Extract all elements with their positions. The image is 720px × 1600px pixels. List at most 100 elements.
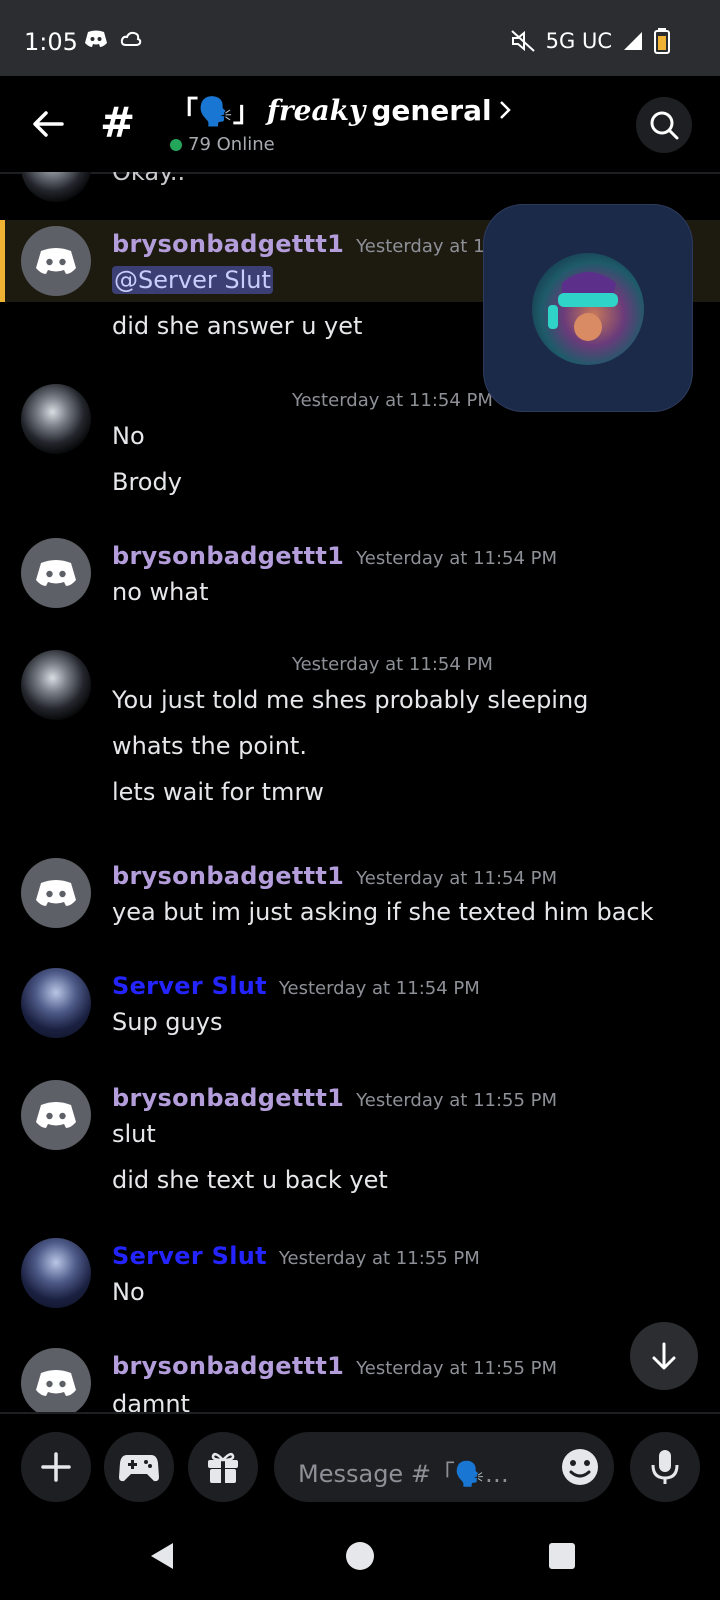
channel-fancy-text: freaky <box>266 93 366 127</box>
status-bar: 1:05 5G UC <box>0 0 720 76</box>
status-time: 1:05 <box>24 28 78 56</box>
mute-icon <box>510 29 536 53</box>
avatar-art-icon <box>548 272 618 341</box>
message-item: brysonbadgettt1 Yesterday at 11:54 PM no… <box>0 538 720 638</box>
message-header: Server Slut Yesterday at 11:55 PM <box>112 1242 480 1270</box>
message-item: brysonbadgettt1 Yesterday at 11:54 PM ye… <box>0 858 720 948</box>
avatar[interactable] <box>21 384 91 454</box>
channel-name: general <box>371 93 492 127</box>
emoji-icon[interactable] <box>558 1445 602 1489</box>
message-item: brysonbadgettt1 Yesterday at 11:55 PM sl… <box>0 1080 720 1220</box>
message-header: Server Slut Yesterday at 11:54 PM <box>112 972 480 1000</box>
channel-hash-icon: # <box>100 98 136 147</box>
network-label: 5G UC <box>545 29 612 53</box>
message-text: no what <box>112 578 209 606</box>
channel-prefix: 「🗣️」 <box>170 95 261 128</box>
timestamp: Yesterday at 11:54 PM <box>356 548 558 569</box>
avatar[interactable] <box>21 226 91 296</box>
username[interactable]: Server Slut <box>112 1242 267 1270</box>
avatar[interactable] <box>21 968 91 1038</box>
username[interactable]: brysonbadgettt1 <box>112 230 344 258</box>
message-text: damnt <box>112 1390 190 1412</box>
plus-icon <box>41 1452 71 1482</box>
message-text: Sup guys <box>112 1008 223 1036</box>
message-text: Brody <box>112 468 182 496</box>
status-notification-icons <box>84 30 142 48</box>
message-item: Server Slut Yesterday at 11:55 PM No <box>0 1238 720 1328</box>
floating-voice-overlay[interactable] <box>483 204 693 412</box>
online-dot-icon <box>170 138 182 151</box>
timestamp: Yesterday at 11:54 PM <box>292 654 493 675</box>
message-input[interactable]: Message #「🗣️」freaky-general <box>274 1432 614 1502</box>
message-header: brysonbadgettt1 Yesterday at 11:54 PM <box>112 542 557 570</box>
search-icon[interactable] <box>636 97 692 153</box>
mention-bar <box>0 220 5 302</box>
nav-home-icon[interactable] <box>338 1534 382 1578</box>
username[interactable]: brysonbadgettt1 <box>112 862 344 890</box>
message-text: No <box>112 1278 145 1306</box>
username[interactable]: Server Slut <box>112 972 267 1000</box>
discord-logo-icon <box>36 1370 76 1396</box>
cloud-icon <box>120 30 142 48</box>
timestamp: Yesterday at 11:54 PM <box>278 978 480 999</box>
jump-to-latest-button[interactable] <box>630 1322 698 1390</box>
discord-logo-icon <box>36 248 76 274</box>
discord-logo-icon <box>36 880 76 906</box>
discord-logo-icon <box>36 560 76 586</box>
message-text: slut <box>112 1120 156 1148</box>
username[interactable]: brysonbadgettt1 <box>112 1084 344 1112</box>
timestamp: Yesterday at 11:55 PM <box>278 1248 480 1269</box>
message-text: No <box>112 422 145 450</box>
message-header: brysonbadgettt1 Yesterday at 11:55 PM <box>112 1352 557 1380</box>
speaker-avatar <box>532 253 644 365</box>
message-text: lets wait for tmrw <box>112 778 324 806</box>
gift-button[interactable] <box>188 1432 258 1502</box>
microphone-icon <box>651 1450 679 1484</box>
message-text: @Server Slut <box>112 266 273 294</box>
apps-button[interactable] <box>104 1432 174 1502</box>
message-text: yea but im just asking if she texted him… <box>112 898 654 926</box>
message-composer: Message #「🗣️」freaky-general <box>0 1412 720 1512</box>
message-header: brysonbadgettt1 Yesterday at 11:55 PM <box>112 1084 557 1112</box>
timestamp: Yesterday at 11:55 PM <box>356 1090 558 1111</box>
back-arrow-icon[interactable] <box>28 104 68 144</box>
message-item: brysonbadgettt1 Yesterday at 11:55 PM da… <box>0 1348 720 1412</box>
username[interactable]: brysonbadgettt1 <box>112 542 344 570</box>
message-text: whats the point. <box>112 732 307 760</box>
online-label: 79 Online <box>188 134 275 155</box>
status-right: 5G UC <box>510 28 670 54</box>
avatar[interactable] <box>21 858 91 928</box>
message-text: did she text u back yet <box>112 1166 388 1194</box>
gift-icon <box>208 1452 238 1483</box>
system-navigation-bar <box>0 1510 720 1600</box>
message-text: You just told me shes probably sleeping <box>112 686 589 714</box>
avatar[interactable] <box>21 1348 91 1412</box>
message-item: Yesterday at 11:54 PM You just told me s… <box>0 648 720 828</box>
nav-recents-icon[interactable] <box>540 1534 584 1578</box>
avatar[interactable] <box>21 1080 91 1150</box>
avatar[interactable] <box>21 650 91 720</box>
avatar[interactable] <box>21 1238 91 1308</box>
timestamp: Yesterday at 11:55 PM <box>356 1358 558 1379</box>
channel-header: # 「🗣️」 freaky general 79 Online <box>0 76 720 174</box>
message-header: brysonbadgettt1 Yesterday at 11:54 PM <box>112 862 557 890</box>
message-input-placeholder: Message #「🗣️」freaky-general <box>298 1460 530 1488</box>
channel-title-button[interactable]: 「🗣️」 freaky general 79 Online <box>170 90 512 155</box>
discord-logo-icon <box>36 1102 76 1128</box>
nav-back-icon[interactable] <box>140 1534 184 1578</box>
battery-icon <box>654 28 670 54</box>
voice-message-button[interactable] <box>630 1432 700 1502</box>
gamepad-icon <box>119 1455 159 1482</box>
message-item: Server Slut Yesterday at 11:54 PM Sup gu… <box>0 968 720 1058</box>
avatar[interactable] <box>21 538 91 608</box>
chevron-right-icon <box>498 99 512 121</box>
discord-notification-icon <box>84 30 108 48</box>
user-mention[interactable]: @Server Slut <box>112 266 273 294</box>
message-text: did she answer u yet <box>112 312 363 340</box>
timestamp: Yesterday at 11:54 PM <box>356 868 558 889</box>
username[interactable]: brysonbadgettt1 <box>112 1352 344 1380</box>
add-attachment-button[interactable] <box>21 1432 91 1502</box>
channel-title: 「🗣️」 freaky general <box>170 90 512 130</box>
online-count: 79 Online <box>170 134 512 155</box>
signal-icon <box>622 30 644 52</box>
